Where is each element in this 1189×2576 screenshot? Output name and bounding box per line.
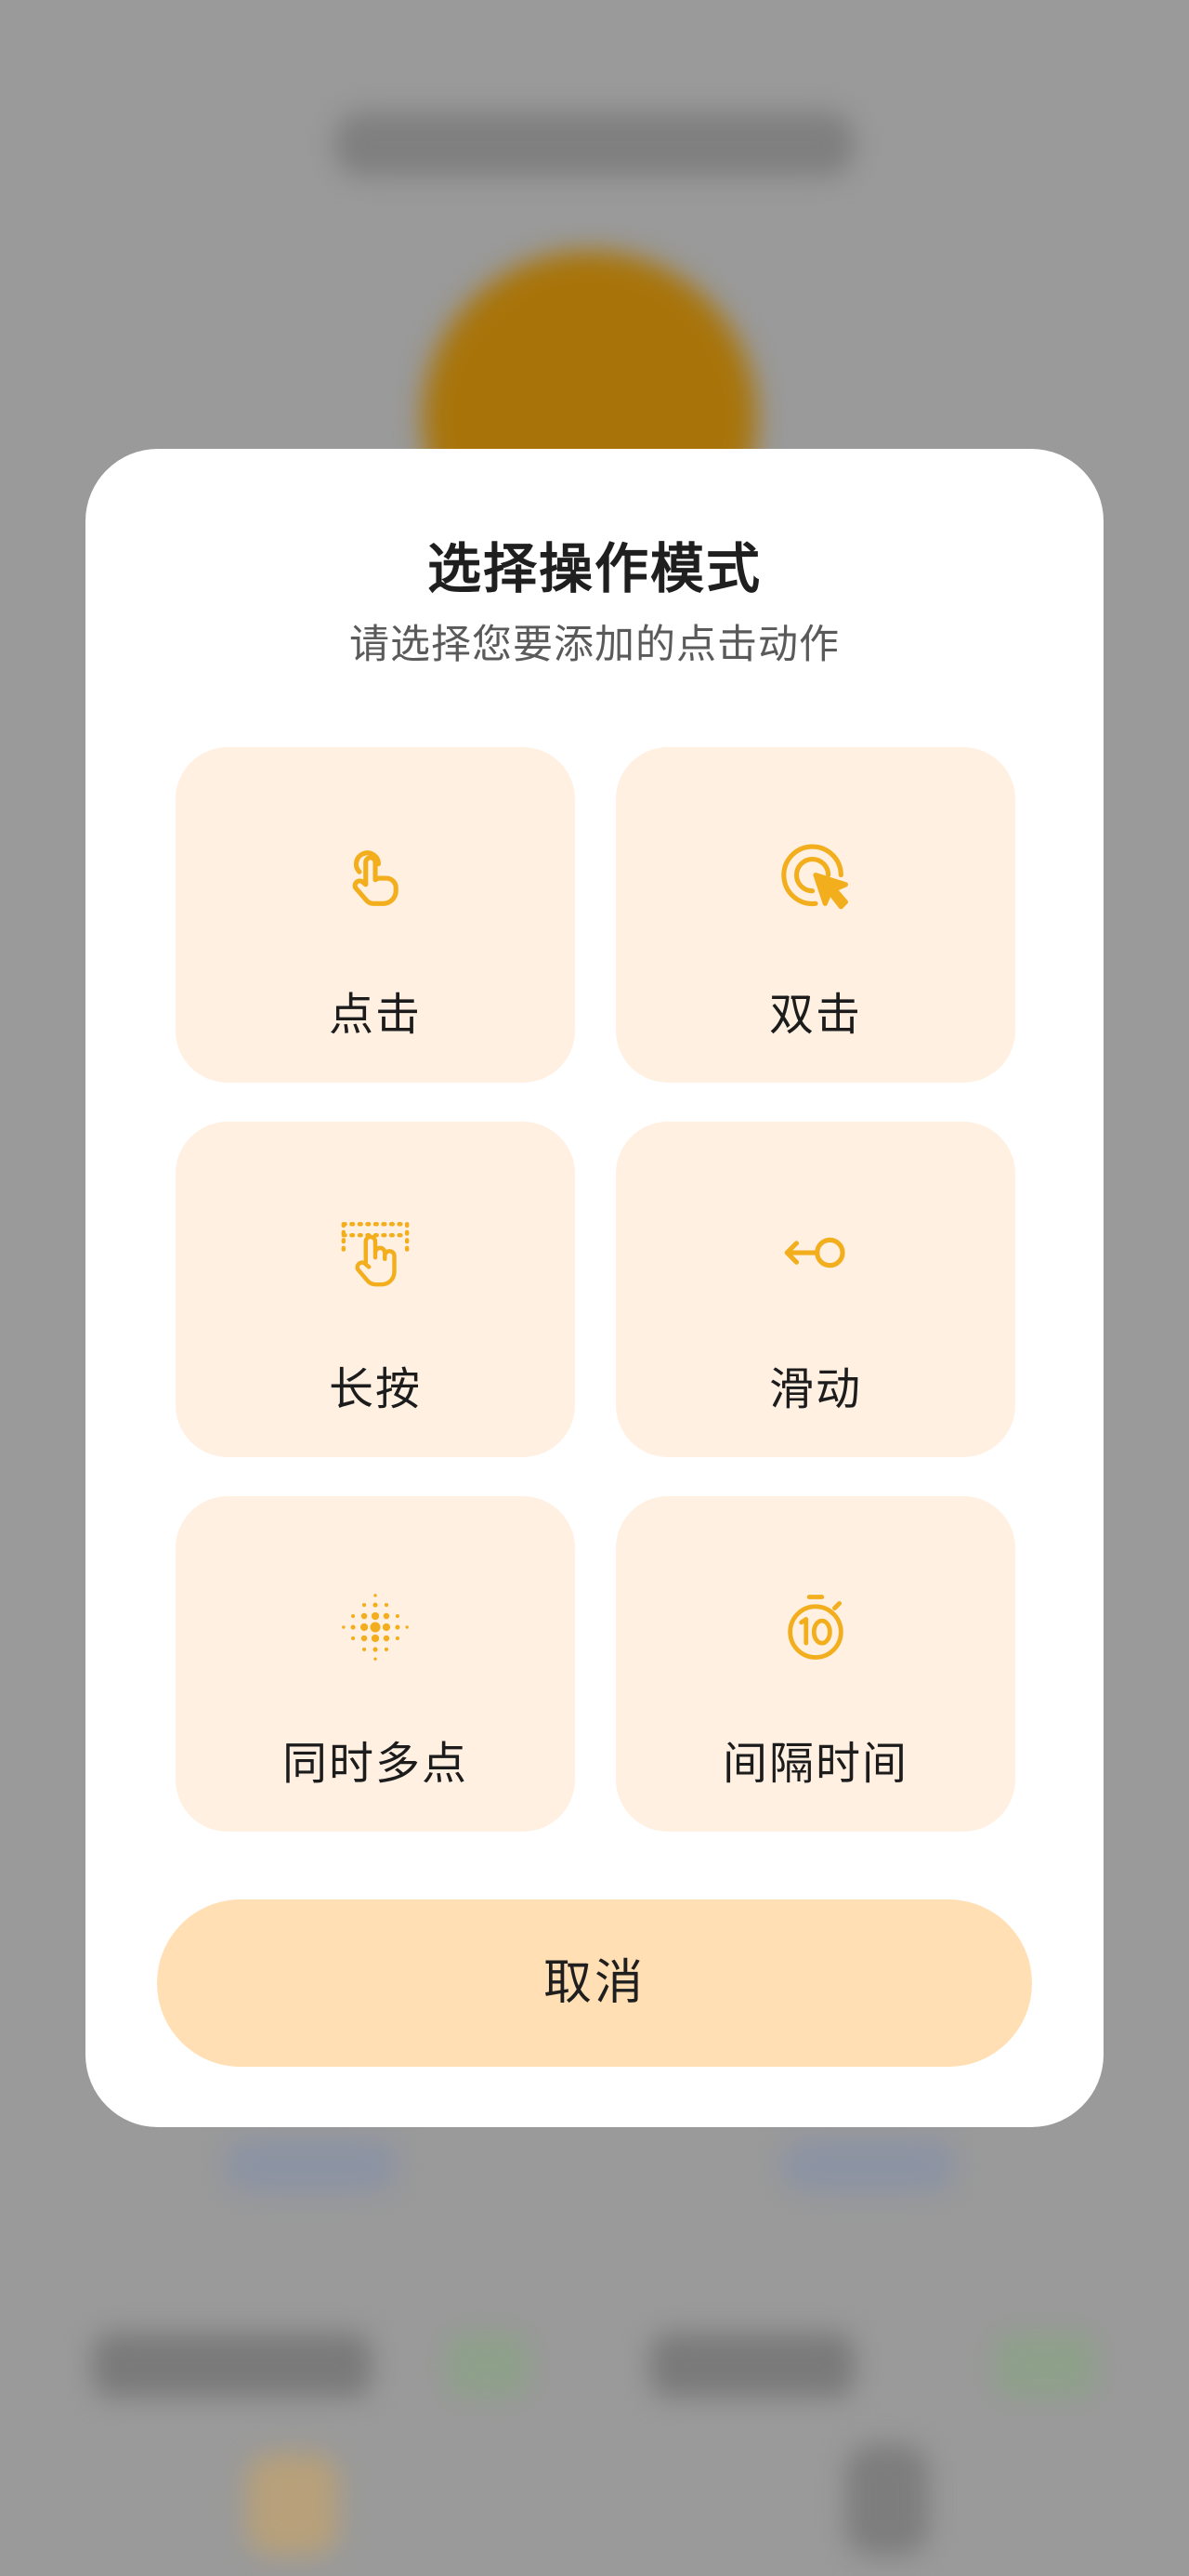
- option-label: 滑动: [768, 1363, 862, 1415]
- option-label: 点击: [328, 989, 422, 1041]
- option-label: 同时多点: [281, 1738, 468, 1790]
- timer-icon: [788, 1595, 843, 1660]
- background-element: [93, 2333, 372, 2398]
- option-long-press[interactable]: 长按: [176, 1122, 575, 1457]
- option-double-tap[interactable]: 双击: [616, 747, 1015, 1083]
- dialog-subtitle: 请选择您要添加的点击动作: [349, 622, 840, 668]
- background-element: [994, 2333, 1096, 2398]
- long-press-icon: [341, 1222, 410, 1287]
- cancel-button[interactable]: 取消: [157, 1899, 1032, 2067]
- option-swipe[interactable]: 滑动: [616, 1122, 1015, 1457]
- option-interval-time[interactable]: 间隔时间: [616, 1496, 1015, 1832]
- option-grid: 点击 双击 长按 滑动 同时多点 间隔时间: [176, 747, 1015, 1832]
- background-element: [650, 2333, 855, 2398]
- mode-select-dialog: 选择操作模式 请选择您要添加的点击动作 点击 双击 长按 滑动 同时多点 间隔时…: [85, 449, 1104, 2127]
- background-element: [246, 2453, 339, 2556]
- background-element: [780, 2137, 957, 2193]
- multi-point-icon: [342, 1594, 409, 1661]
- background-element: [845, 2444, 929, 2556]
- option-label: 双击: [768, 989, 862, 1041]
- background-element: [446, 2333, 529, 2398]
- option-label: 长按: [328, 1363, 422, 1415]
- background-title: [334, 112, 855, 177]
- option-multi-point[interactable]: 同时多点: [176, 1496, 575, 1832]
- tap-icon: [352, 850, 399, 906]
- dialog-title: 选择操作模式: [426, 537, 762, 600]
- option-tap[interactable]: 点击: [176, 747, 575, 1083]
- double-tap-icon: [781, 844, 849, 910]
- option-label: 间隔时间: [722, 1738, 908, 1790]
- background-element: [223, 2137, 399, 2193]
- swipe-icon: [784, 1237, 845, 1268]
